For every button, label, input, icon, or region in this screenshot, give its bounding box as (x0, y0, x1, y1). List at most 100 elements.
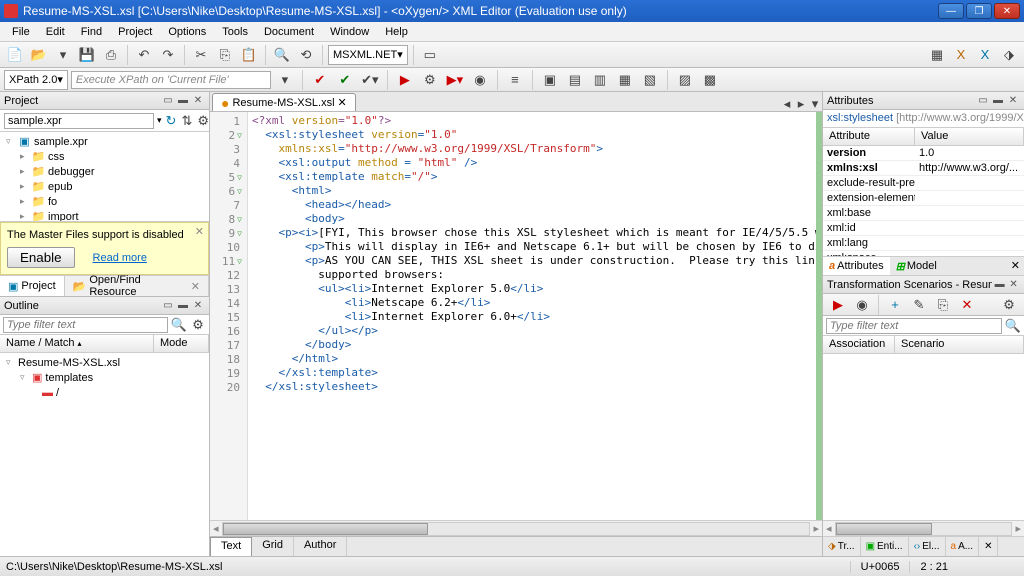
bottom-tab-close[interactable]: ✕ (979, 537, 998, 556)
tool2-icon[interactable]: ▤ (564, 69, 586, 91)
xpath-go-icon[interactable]: ▾ (274, 69, 296, 91)
tab-scroll-right-icon[interactable]: ▸ (794, 97, 808, 111)
outline-col-mode[interactable]: Mode (154, 335, 209, 352)
outline-tree[interactable]: ▿Resume-MS-XSL.xsl ▿▣ templates ▬ / (0, 353, 209, 556)
enable-button[interactable]: Enable (7, 247, 75, 268)
xquery-icon[interactable]: X (974, 44, 996, 66)
panel-restore-icon[interactable]: ▭ (161, 299, 175, 313)
panel-close-icon[interactable]: ✕ (1007, 278, 1020, 292)
tree-item[interactable]: ▸📁import (2, 209, 207, 222)
run-icon[interactable]: ▶ (394, 69, 416, 91)
bottom-tab[interactable]: aA... (946, 537, 980, 556)
stop-icon[interactable]: ◉ (469, 69, 491, 91)
bottom-tab[interactable]: ⬗Tr... (823, 537, 861, 556)
outline-settings-icon[interactable]: ⚙ (190, 317, 206, 333)
tab-close-icon[interactable]: ✕ (338, 96, 347, 109)
dropdown-icon[interactable]: ▾ (52, 44, 74, 66)
tab-open-find[interactable]: 📂Open/Find Resource✕ (65, 276, 209, 296)
menu-window[interactable]: Window (322, 24, 377, 40)
trans-col-assoc[interactable]: Association (823, 336, 895, 353)
tool4-icon[interactable]: ▦ (614, 69, 636, 91)
search-icon[interactable]: 🔍 (1005, 318, 1021, 334)
minimize-button[interactable]: — (938, 3, 964, 19)
cut-icon[interactable]: ✂ (190, 44, 212, 66)
transform-filter-input[interactable] (826, 318, 1002, 334)
help-icon[interactable]: ⬗ (998, 44, 1020, 66)
validate-icon[interactable]: ✔ (309, 69, 331, 91)
stop-icon[interactable]: ◉ (851, 294, 873, 316)
menu-options[interactable]: Options (160, 24, 214, 40)
close-button[interactable]: ✕ (994, 3, 1020, 19)
copy-icon[interactable]: ⎘ (214, 44, 236, 66)
tree-item[interactable]: ▸📁css (2, 149, 207, 164)
tab-attributes[interactable]: aAttributes (823, 257, 890, 275)
add-icon[interactable]: + (884, 294, 906, 316)
maximize-button[interactable]: ❐ (966, 3, 992, 19)
menu-find[interactable]: Find (73, 24, 110, 40)
editor-tab[interactable]: ●Resume-MS-XSL.xsl✕ (212, 93, 356, 111)
replace-icon[interactable]: ⟲ (295, 44, 317, 66)
xpath-version-dropdown[interactable]: XPath 2.0 ▾ (4, 70, 68, 90)
tool1-icon[interactable]: ▣ (539, 69, 561, 91)
panel-min-icon[interactable]: ▬ (176, 299, 190, 313)
tool5-icon[interactable]: ▧ (639, 69, 661, 91)
delete-icon[interactable]: ✕ (956, 294, 978, 316)
mode-text[interactable]: Text (210, 537, 252, 556)
attr-col-value[interactable]: Value (915, 128, 1024, 145)
menu-edit[interactable]: Edit (38, 24, 73, 40)
trans-col-scenario[interactable]: Scenario (895, 336, 1024, 353)
editor-hscroll[interactable]: ◂▸ (210, 520, 822, 536)
xslt-icon[interactable]: X (950, 44, 972, 66)
panel-min-icon[interactable]: ▬ (176, 94, 190, 108)
menu-project[interactable]: Project (110, 24, 160, 40)
tool7-icon[interactable]: ▩ (699, 69, 721, 91)
tab-model[interactable]: ⊞Model (890, 257, 943, 275)
tool6-icon[interactable]: ▨ (674, 69, 696, 91)
find-icon[interactable]: 🔍 (271, 44, 293, 66)
tree-item[interactable]: ▸📁fo (2, 194, 207, 209)
project-tree[interactable]: ▿▣sample.xpr▸📁css▸📁debugger▸📁epub▸📁fo▸📁i… (0, 132, 209, 222)
code-editor[interactable]: 1 2 ▽3 4 5 ▽6 ▽7 8 ▽9 ▽10 11 ▽12 13 14 1… (210, 112, 822, 520)
tree-item[interactable]: ▸📁epub (2, 179, 207, 194)
outline-filter-input[interactable] (3, 317, 168, 333)
tab-close-icon[interactable]: ✕ (1007, 257, 1024, 275)
outline-search-icon[interactable]: 🔍 (171, 317, 187, 333)
transform-engine-dropdown[interactable]: MSXML.NET ▾ (328, 45, 408, 65)
layout-icon[interactable]: ▦ (926, 44, 948, 66)
xpath-input[interactable]: Execute XPath on 'Current File' (71, 71, 271, 89)
attr-col-name[interactable]: Attribute (823, 128, 915, 145)
panel-min-icon[interactable]: ▬ (991, 94, 1005, 108)
panel-close-icon[interactable]: ✕ (1006, 94, 1020, 108)
run-icon[interactable]: ▶ (827, 294, 849, 316)
panel-restore-icon[interactable]: ▭ (161, 94, 175, 108)
mode-grid[interactable]: Grid (252, 537, 294, 556)
new-icon[interactable]: 📄 (4, 44, 26, 66)
save-all-icon[interactable]: ⎙ (100, 44, 122, 66)
project-file-input[interactable] (4, 113, 154, 129)
settings-icon[interactable]: ⚙ (998, 294, 1020, 316)
settings-icon[interactable]: ⚙ (196, 113, 210, 129)
panel-close-icon[interactable]: ✕ (191, 299, 205, 313)
tree-item[interactable]: ▸📁debugger (2, 164, 207, 179)
menu-help[interactable]: Help (377, 24, 416, 40)
attributes-table[interactable]: version1.0xmlns:xslhttp://www.w3.org/...… (823, 146, 1024, 256)
redo-icon[interactable]: ↷ (157, 44, 179, 66)
mode-author[interactable]: Author (294, 537, 347, 556)
tab-list-icon[interactable]: ▾ (808, 97, 822, 111)
panel-restore-icon[interactable]: ▭ (976, 94, 990, 108)
open-icon[interactable]: 📂 (28, 44, 50, 66)
debug-icon[interactable]: ▶▾ (444, 69, 466, 91)
tab-project[interactable]: ▣Project (0, 276, 65, 296)
panel-min-icon[interactable]: ▬ (993, 278, 1006, 292)
validate-ok-icon[interactable]: ✔ (334, 69, 356, 91)
refresh-icon[interactable]: ↻ (165, 113, 178, 129)
transform-hscroll[interactable]: ◂▸ (823, 520, 1024, 536)
bottom-tab[interactable]: ▣Enti... (861, 537, 909, 556)
tool3-icon[interactable]: ▥ (589, 69, 611, 91)
menu-document[interactable]: Document (256, 24, 322, 40)
read-more-link[interactable]: Read more (93, 252, 147, 264)
tool-icon[interactable]: ▭ (419, 44, 441, 66)
edit-icon[interactable]: ✎ (908, 294, 930, 316)
save-icon[interactable]: 💾 (76, 44, 98, 66)
tab-scroll-left-icon[interactable]: ◂ (780, 97, 794, 111)
